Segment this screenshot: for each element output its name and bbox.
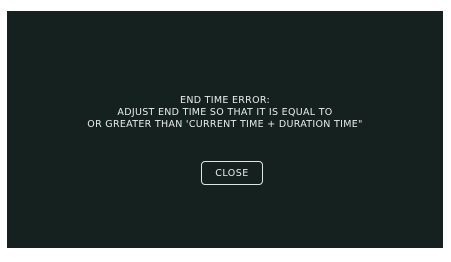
close-button-label: CLOSE — [215, 167, 249, 179]
error-message: END TIME ERROR: ADJUST END TIME SO THAT … — [7, 95, 443, 131]
error-detail-line-1: ADJUST END TIME SO THAT IT IS EQUAL TO — [117, 107, 333, 118]
error-detail-line-2: OR GREATER THAN 'CURRENT TIME + DURATION… — [87, 119, 363, 130]
close-button[interactable]: CLOSE — [201, 161, 263, 185]
error-dialog: END TIME ERROR: ADJUST END TIME SO THAT … — [7, 11, 443, 248]
error-title: END TIME ERROR: — [180, 95, 270, 106]
